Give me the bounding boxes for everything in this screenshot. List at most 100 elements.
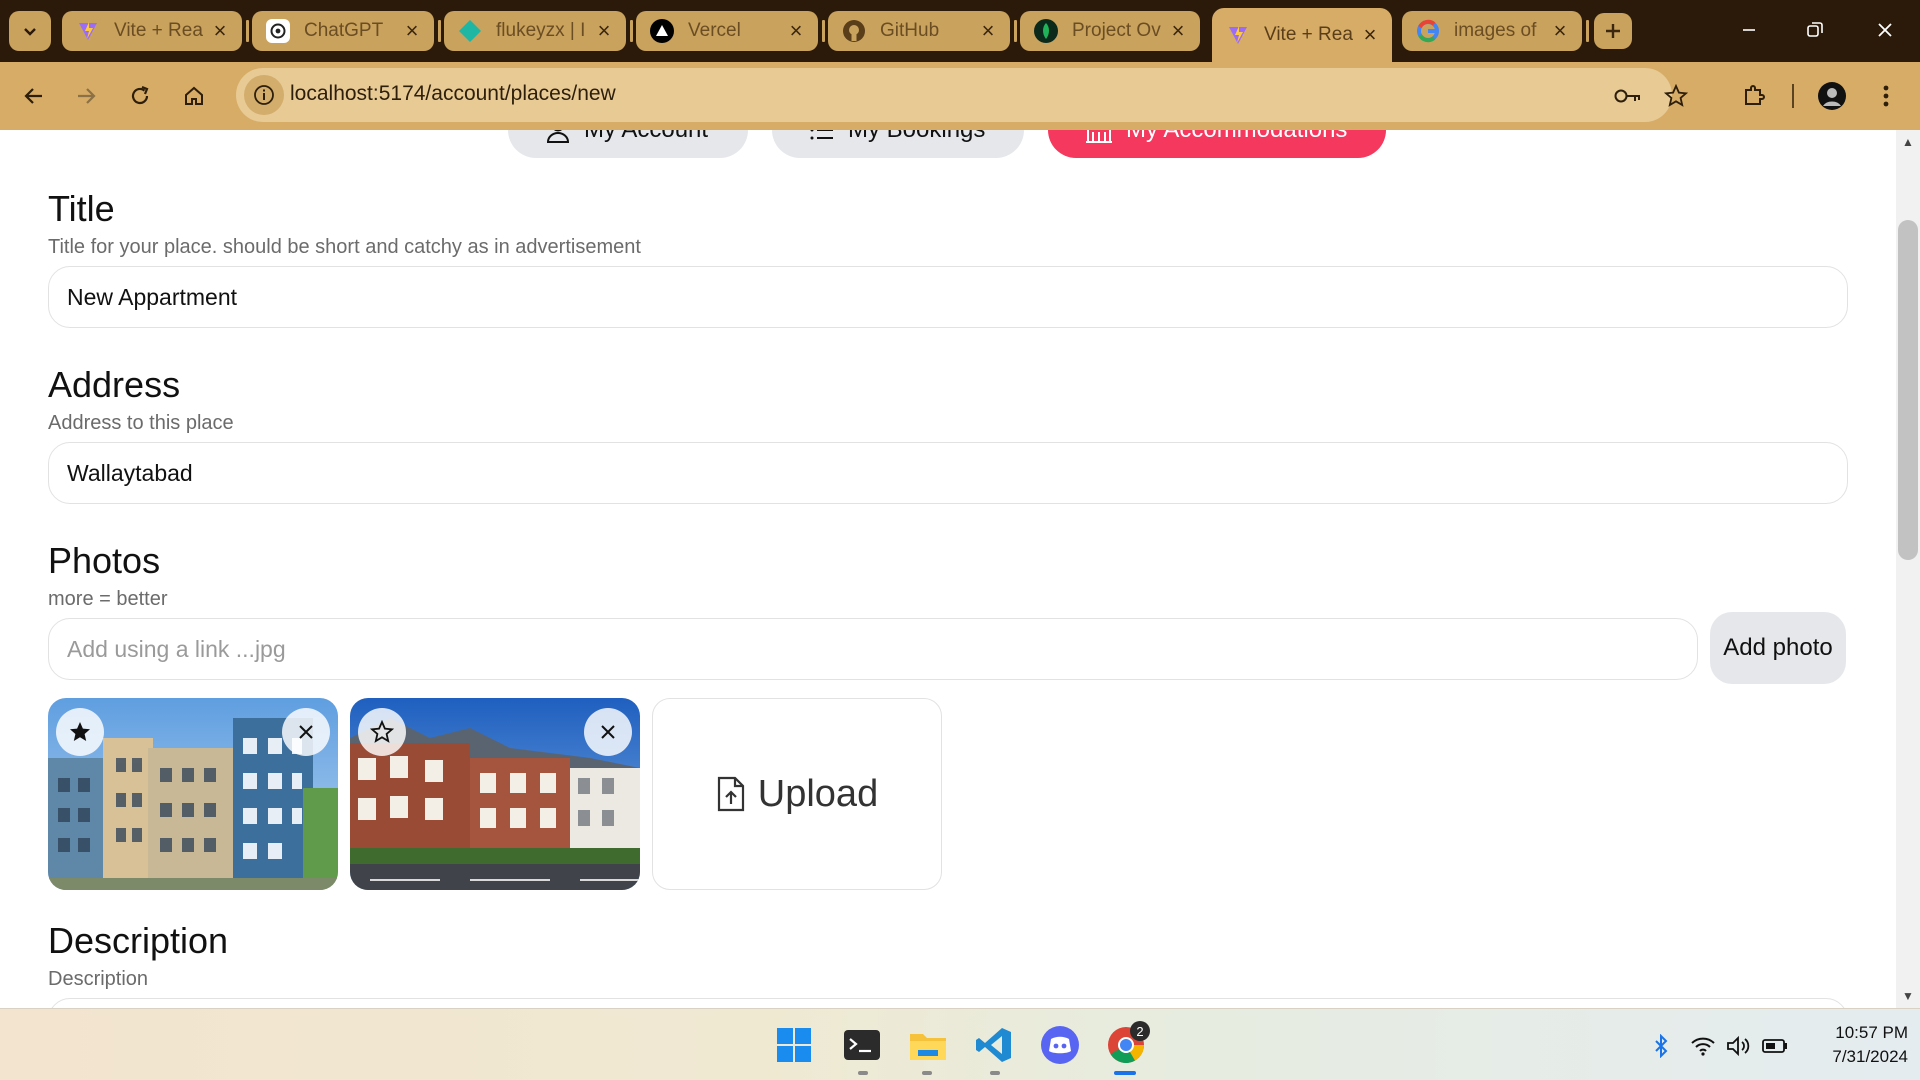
forward-button[interactable] <box>66 76 106 116</box>
close-icon[interactable]: × <box>1548 18 1572 43</box>
toolbar-divider <box>1792 84 1794 108</box>
browser-toolbar: localhost:5174/account/places/new <box>0 62 1920 130</box>
plus-icon <box>1606 24 1620 38</box>
vercel-icon <box>650 19 674 43</box>
set-main-photo-button[interactable] <box>56 708 104 756</box>
terminal-icon[interactable] <box>840 1023 884 1067</box>
my-account-link[interactable]: My Account <box>508 130 748 158</box>
volume-icon[interactable] <box>1726 1033 1752 1059</box>
puzzle-icon <box>1745 85 1765 105</box>
address-label: Address <box>48 364 181 405</box>
restore-button[interactable] <box>1792 10 1838 50</box>
browser-tab[interactable]: Vercel × <box>636 11 818 51</box>
arrow-left-icon <box>24 88 42 104</box>
my-accommodations-link[interactable]: My Accommodations <box>1048 130 1386 158</box>
browser-tab[interactable]: Project Ov × <box>1020 11 1200 51</box>
restore-icon <box>1807 22 1823 37</box>
star-filled-icon <box>70 722 90 741</box>
windows-start-icon[interactable] <box>772 1023 816 1067</box>
remove-photo-button[interactable] <box>282 708 330 756</box>
file-explorer-icon[interactable] <box>906 1023 950 1067</box>
kebab-menu-icon <box>1883 85 1889 107</box>
apartment-photo-2[interactable] <box>350 698 640 890</box>
vite-icon <box>1226 23 1250 47</box>
profile-button[interactable] <box>1812 76 1852 116</box>
apartment-photo-1[interactable] <box>48 698 338 890</box>
photo-link-input[interactable]: Add using a link ...jpg <box>48 618 1698 680</box>
minimize-icon <box>1743 29 1755 31</box>
tab-title: ChatGPT <box>304 20 384 41</box>
home-button[interactable] <box>174 76 214 116</box>
battery-icon[interactable] <box>1762 1033 1788 1059</box>
tab-separator <box>822 20 825 42</box>
tab-title: images of <box>1454 20 1537 41</box>
leaf-icon <box>1034 19 1058 43</box>
close-icon[interactable]: × <box>1358 22 1382 47</box>
discord-icon[interactable] <box>1038 1023 1082 1067</box>
browser-tab[interactable]: flukeyzx | I × <box>444 11 626 51</box>
close-icon[interactable]: × <box>400 18 424 43</box>
new-tab-button[interactable] <box>1594 13 1632 49</box>
photos-label: Photos <box>48 540 161 581</box>
close-icon[interactable]: × <box>976 18 1000 43</box>
back-button[interactable] <box>14 76 54 116</box>
tab-search-button[interactable] <box>9 11 51 51</box>
bluetooth-icon[interactable] <box>1648 1033 1674 1059</box>
browser-tab[interactable]: GitHub × <box>828 11 1010 51</box>
browser-menu-button[interactable] <box>1866 76 1906 116</box>
browser-tab[interactable]: images of × <box>1402 11 1582 51</box>
title-input[interactable]: New Appartment <box>48 266 1848 328</box>
bookmark-star-icon[interactable] <box>1662 82 1690 110</box>
close-icon <box>1878 23 1892 37</box>
vscode-icon[interactable] <box>972 1023 1016 1067</box>
address-bar[interactable]: localhost:5174/account/places/new <box>236 68 1688 122</box>
my-account-label: My Account <box>584 130 708 144</box>
tab-separator <box>630 20 633 42</box>
browser-tab-active[interactable]: Vite + Rea × <box>1212 8 1392 62</box>
extensions-button[interactable] <box>1734 76 1774 116</box>
avatar-icon <box>1818 82 1846 110</box>
file-upload-icon <box>717 776 744 812</box>
address-input[interactable]: Wallaytabad <box>48 442 1848 504</box>
browser-tab-bar: Vite + Rea × ChatGPT × flukeyzx | I × Ve… <box>0 0 1920 62</box>
address-hint: Address to this place <box>48 412 234 434</box>
app-running-indicator <box>858 1071 868 1075</box>
close-icon[interactable]: × <box>592 18 616 43</box>
close-icon <box>299 725 313 739</box>
arrow-right-icon <box>78 88 96 104</box>
upload-photo-button[interactable]: Upload <box>652 698 942 890</box>
browser-tab[interactable]: ChatGPT × <box>252 11 434 51</box>
tab-title: Vercel <box>688 20 741 41</box>
close-icon[interactable]: × <box>784 18 808 43</box>
user-icon <box>546 130 570 143</box>
description-label: Description <box>48 920 229 961</box>
vite-icon <box>76 19 100 43</box>
add-photo-button[interactable]: Add photo <box>1710 612 1846 684</box>
scrollbar-thumb[interactable] <box>1898 220 1918 560</box>
password-key-icon[interactable] <box>1614 82 1642 110</box>
close-icon[interactable]: × <box>1166 18 1190 43</box>
reload-icon <box>131 85 149 105</box>
set-main-photo-button[interactable] <box>358 708 406 756</box>
remove-photo-button[interactable] <box>584 708 632 756</box>
upload-label: Upload <box>757 772 879 815</box>
my-bookings-label: My Bookings <box>848 130 985 144</box>
minimize-button[interactable] <box>1726 10 1772 50</box>
tab-title: GitHub <box>880 20 940 41</box>
github-icon <box>842 19 866 43</box>
description-textarea[interactable] <box>48 998 1848 1008</box>
chrome-badge: 2 <box>1130 1021 1150 1041</box>
scroll-down-arrow-icon[interactable]: ▼ <box>1900 988 1916 1004</box>
close-window-button[interactable] <box>1862 10 1908 50</box>
diamond-icon <box>458 19 482 43</box>
system-clock[interactable]: 10:57 PM 7/31/2024 <box>1800 1021 1908 1069</box>
scroll-up-arrow-icon[interactable]: ▲ <box>1900 134 1916 150</box>
my-bookings-link[interactable]: My Bookings <box>772 130 1024 158</box>
clock-date: 7/31/2024 <box>1832 1047 1908 1066</box>
reload-button[interactable] <box>120 76 160 116</box>
tab-separator <box>1586 20 1589 42</box>
close-icon[interactable]: × <box>208 18 232 43</box>
browser-tab[interactable]: Vite + Rea × <box>62 11 242 51</box>
wifi-icon[interactable] <box>1690 1033 1716 1059</box>
site-info-button[interactable] <box>244 75 284 115</box>
